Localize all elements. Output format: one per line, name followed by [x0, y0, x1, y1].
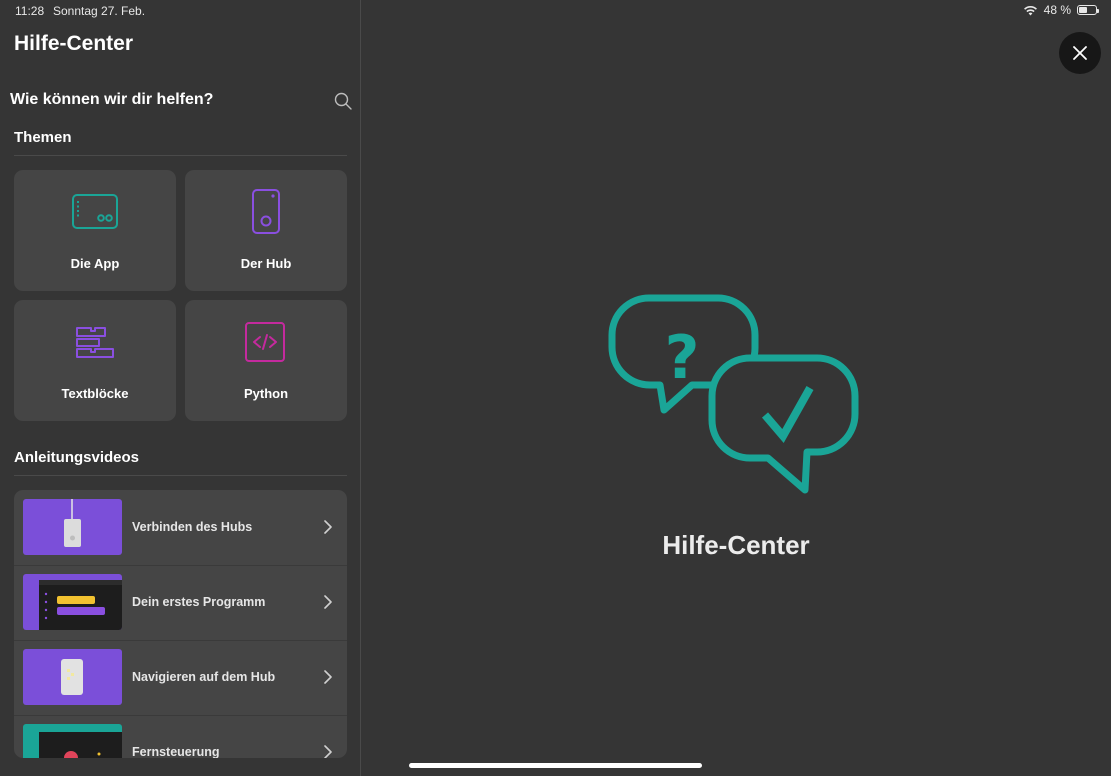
- battery-icon: [1077, 5, 1099, 15]
- video-title: Fernsteuerung: [132, 745, 220, 758]
- row-separator: [14, 640, 347, 641]
- row-separator: [14, 565, 347, 566]
- main-title: Hilfe-Center: [662, 530, 810, 560]
- topic-tile-hub[interactable]: Der Hub: [185, 170, 347, 291]
- tablet-icon: [72, 194, 118, 229]
- topic-label: Textblöcke: [61, 386, 129, 401]
- topic-label: Die App: [70, 256, 120, 271]
- help-sidebar: Hilfe-Center Wie können wir dir helfen? …: [0, 0, 361, 776]
- svg-text:?: ?: [665, 323, 700, 393]
- chevron-right-icon: [324, 595, 332, 609]
- video-list: Verbinden des Hubs Dein erstes Programm …: [14, 490, 347, 758]
- topic-label: Python: [243, 386, 289, 401]
- chevron-right-icon: [324, 670, 332, 684]
- video-item-connect-hub[interactable]: Verbinden des Hubs: [14, 490, 347, 565]
- topic-tile-text-blocks[interactable]: Textblöcke: [14, 300, 176, 421]
- battery-percent: 48 %: [1043, 3, 1071, 17]
- row-separator: [14, 715, 347, 716]
- python-code-icon: [245, 322, 285, 362]
- video-title: Verbinden des Hubs: [132, 520, 253, 534]
- videos-divider: [14, 475, 347, 476]
- sidebar-title: Hilfe-Center: [14, 32, 134, 55]
- text-blocks-icon: [76, 327, 114, 358]
- search-icon[interactable]: [334, 92, 352, 110]
- search-bar[interactable]: Wie können wir dir helfen?: [10, 90, 352, 112]
- wifi-icon: [1023, 5, 1037, 15]
- topics-heading: Themen: [14, 129, 72, 146]
- video-title: Dein erstes Programm: [132, 595, 266, 609]
- close-icon: [1073, 46, 1087, 60]
- video-item-first-program[interactable]: Dein erstes Programm: [14, 565, 347, 640]
- chevron-right-icon: [324, 520, 332, 534]
- topic-label: Der Hub: [240, 256, 292, 271]
- video-title: Navigieren auf dem Hub: [132, 670, 276, 684]
- chevron-right-icon: [324, 745, 332, 758]
- videos-heading: Anleitungsvideos: [14, 449, 140, 466]
- hub-icon: [252, 189, 280, 234]
- topic-tile-app[interactable]: Die App: [14, 170, 176, 291]
- search-prompt: Wie können wir dir helfen?: [10, 91, 214, 108]
- video-item-remote-control[interactable]: Fernsteuerung: [14, 715, 347, 758]
- video-thumbnail: [23, 649, 122, 705]
- video-thumbnail: [23, 724, 122, 758]
- close-button[interactable]: [1059, 32, 1101, 74]
- status-indicators: 48 %: [1023, 3, 1099, 17]
- video-thumbnail: [23, 499, 122, 555]
- video-item-navigate-hub[interactable]: Navigieren auf dem Hub: [14, 640, 347, 715]
- video-thumbnail: [23, 574, 122, 630]
- topic-tile-python[interactable]: Python: [185, 300, 347, 421]
- topics-divider: [14, 155, 347, 156]
- help-chat-bubbles-icon: ?: [608, 294, 859, 494]
- home-indicator[interactable]: [409, 763, 702, 768]
